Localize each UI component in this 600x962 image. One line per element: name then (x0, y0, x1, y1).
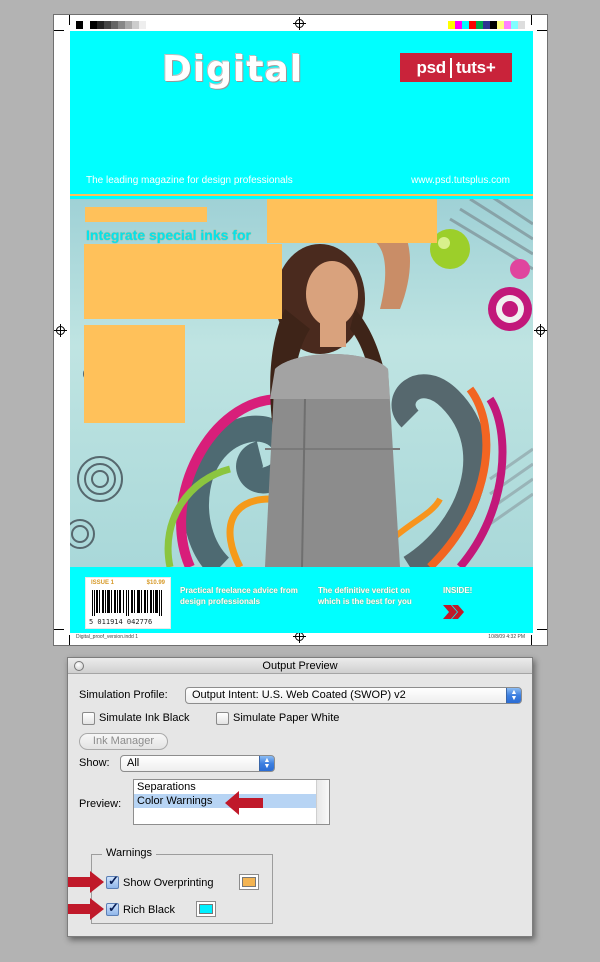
simulation-profile-label: Simulation Profile: (79, 689, 168, 701)
psdtuts-logo: psd tuts+ (400, 53, 512, 82)
red-arrow-icon (225, 791, 263, 815)
strip-text-freelance: Practical freelance advice from design p… (180, 586, 298, 606)
registration-mark-icon (534, 324, 547, 337)
crop-mark (69, 635, 70, 645)
panel-title: Output Preview (262, 660, 338, 672)
barcode: ISSUE 1 $10.99 5 011914 042776 (85, 577, 171, 629)
warning-highlight-block (84, 325, 185, 423)
crop-mark (531, 15, 532, 25)
barcode-price: $10.99 (146, 580, 165, 586)
chevron-right-icon (443, 605, 464, 619)
warning-highlight-block (267, 199, 437, 243)
simulate-paper-white-checkbox[interactable] (216, 712, 229, 725)
masthead: Digital (162, 49, 304, 90)
cover-site-url: www.psd.tutsplus.com (411, 175, 510, 186)
red-arrow-icon (68, 871, 104, 893)
strip-text-verdict: The definitive verdict on which is the b… (318, 586, 412, 606)
barcode-number: 5 011914 042776 (89, 618, 153, 626)
strip-text-inside: INSIDE! (443, 586, 473, 595)
crop-mark (531, 635, 532, 645)
slug-date: 10/8/09 4:32 PM (488, 634, 525, 640)
color-control-bar (448, 21, 525, 29)
tagline-rule (70, 194, 533, 196)
warnings-title: Warnings (102, 847, 157, 859)
logo-right-text: tuts+ (455, 57, 496, 77)
show-label: Show: (79, 757, 110, 769)
grey-tint-bar (76, 21, 146, 29)
show-overprinting-checkbox[interactable]: ✓ (106, 873, 119, 889)
cover-bottom-strip: ISSUE 1 $10.99 5 011914 042776 Practical… (70, 567, 533, 633)
barcode-issue: ISSUE 1 (91, 580, 115, 586)
cover-headline: Integrate special inks for (86, 227, 251, 243)
registration-mark-icon (293, 630, 306, 643)
magazine-cover: Digital psd tuts+ The leading magazine f… (70, 31, 533, 633)
crop-mark (54, 30, 64, 31)
registration-mark-icon (54, 324, 67, 337)
chevron-up-down-icon: ▲ ▼ (506, 688, 521, 703)
preview-label: Preview: (79, 798, 122, 810)
logo-left-text: psd (416, 57, 447, 77)
simulate-ink-black-checkbox[interactable] (82, 712, 95, 725)
overprinting-color-swatch[interactable] (239, 874, 259, 890)
show-overprinting-label: Show Overprinting (123, 877, 214, 889)
checkmark-icon: ✓ (108, 900, 119, 915)
crop-mark (537, 30, 547, 31)
crop-mark (69, 15, 70, 25)
simulation-profile-select[interactable]: Output Intent: U.S. Web Coated (SWOP) v2… (185, 687, 522, 704)
list-scrollbar[interactable] (316, 780, 329, 824)
crop-mark (54, 629, 64, 630)
warning-highlight-block (85, 207, 207, 222)
output-preview-panel: Output Preview Simulation Profile: Outpu… (67, 657, 533, 937)
chevron-up-down-icon: ▲ ▼ (259, 756, 274, 771)
show-value: All (127, 757, 140, 769)
crop-mark (537, 629, 547, 630)
cover-tagline: The leading magazine for design professi… (86, 175, 293, 186)
ink-manager-button[interactable]: Ink Manager (79, 733, 168, 750)
rich-black-color-chip (199, 904, 213, 914)
panel-titlebar[interactable]: Output Preview (68, 658, 532, 674)
rich-black-label: Rich Black (123, 904, 175, 916)
simulate-ink-black-label: Simulate Ink Black (99, 712, 190, 724)
overprinting-color-chip (242, 877, 256, 887)
show-select[interactable]: All ▲ ▼ (120, 755, 275, 772)
print-sheet: Digital psd tuts+ The leading magazine f… (53, 14, 548, 646)
registration-mark-icon (293, 17, 306, 30)
slug-file-name: Digital_proof_version.indd 1 (76, 634, 138, 640)
red-arrow-icon (68, 898, 104, 920)
simulation-profile-value: Output Intent: U.S. Web Coated (SWOP) v2 (192, 689, 406, 701)
rich-black-checkbox[interactable]: ✓ (106, 900, 119, 916)
warning-highlight-block (84, 244, 282, 319)
simulate-paper-white-label: Simulate Paper White (233, 712, 340, 724)
barcode-bars (92, 590, 162, 616)
checkmark-icon: ✓ (108, 873, 119, 888)
rich-black-color-swatch[interactable] (196, 901, 216, 917)
